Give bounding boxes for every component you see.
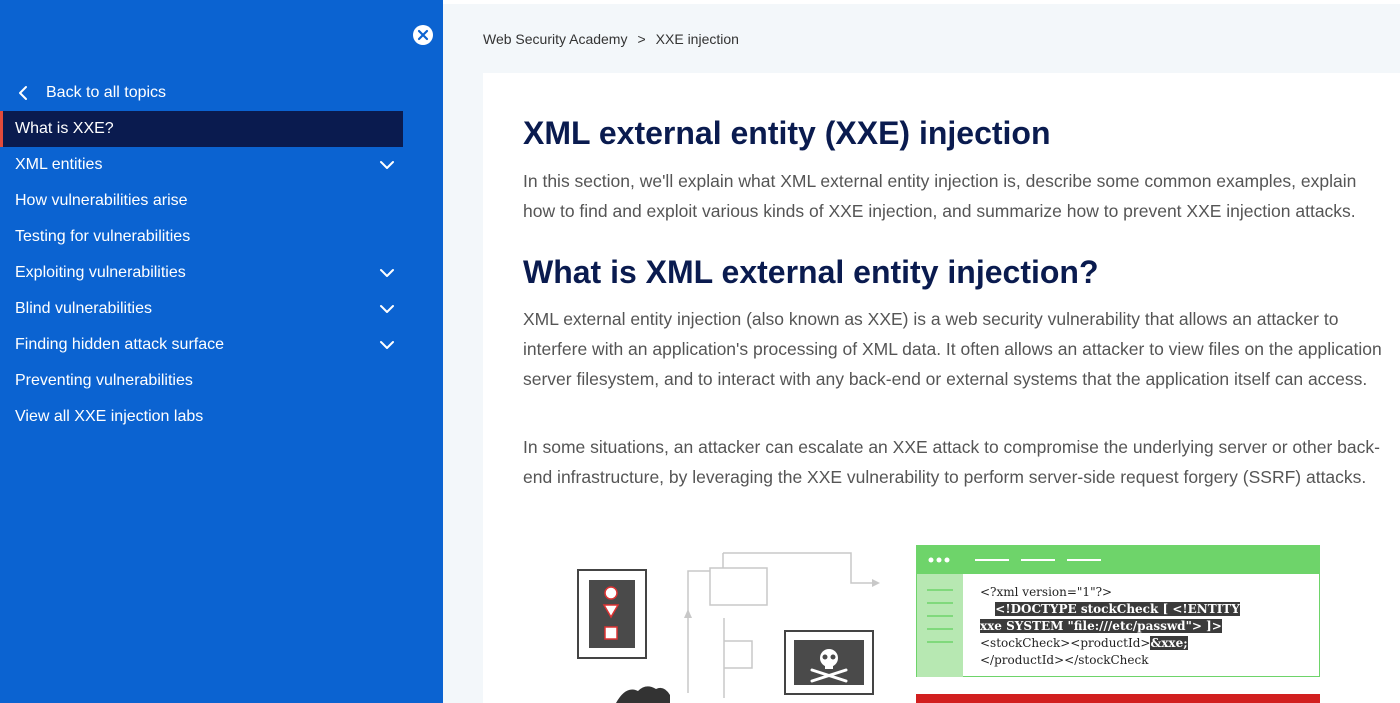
nav-item-label: Blind vulnerabilities bbox=[15, 300, 152, 317]
nav-item-label: View all XXE injection labs bbox=[15, 408, 204, 425]
code-line: <stockCheck><productId> bbox=[980, 636, 1151, 650]
nav-item-view-all-labs[interactable]: View all XXE injection labs bbox=[0, 399, 403, 435]
chevron-down-icon[interactable] bbox=[379, 160, 395, 170]
nav-item-blind[interactable]: Blind vulnerabilities bbox=[0, 291, 403, 327]
nav-item-exploiting[interactable]: Exploiting vulnerabilities bbox=[0, 255, 403, 291]
back-link-label: Back to all topics bbox=[46, 84, 167, 101]
nav-item-label: How vulnerabilities arise bbox=[15, 192, 188, 209]
section-title: What is XML external entity injection? bbox=[523, 254, 1099, 290]
nav-item-hidden-attack-surface[interactable]: Finding hidden attack surface bbox=[0, 327, 403, 363]
xxe-illustration: <?xml version="1"?> <!DOCTYPE stockCheck… bbox=[576, 543, 1336, 703]
chevron-down-icon[interactable] bbox=[379, 340, 395, 350]
definition-paragraph: XML external entity injection (also know… bbox=[523, 309, 1382, 389]
nav-item-testing[interactable]: Testing for vulnerabilities bbox=[0, 219, 403, 255]
code-window-titlebar bbox=[917, 546, 1319, 574]
code-line-highlighted: <!DOCTYPE stockCheck [ <!ENTITY bbox=[995, 602, 1240, 616]
code-entity-highlighted: &xxe; bbox=[1150, 636, 1188, 650]
nav-item-xml-entities[interactable]: XML entities bbox=[0, 147, 403, 183]
nav-item-label: Finding hidden attack surface bbox=[15, 336, 225, 353]
main-area: Web Security Academy > XXE injection XML… bbox=[443, 0, 1400, 703]
xml-payload-code: <?xml version="1"?> <!DOCTYPE stockCheck… bbox=[980, 584, 1240, 669]
chevron-left-icon bbox=[19, 86, 27, 100]
nav-item-how-vulnerabilities-arise[interactable]: How vulnerabilities arise bbox=[0, 183, 403, 219]
nav-item-label: Testing for vulnerabilities bbox=[15, 228, 191, 245]
code-line-highlighted: xxe SYSTEM "file:///etc/passwd"> ]> bbox=[980, 619, 1222, 633]
code-line: </productId></stockCheck bbox=[980, 653, 1149, 667]
nav-item-label: What is XXE? bbox=[15, 120, 114, 137]
breadcrumb: Web Security Academy > XXE injection bbox=[483, 31, 739, 47]
nav-item-preventing[interactable]: Preventing vulnerabilities bbox=[0, 363, 403, 399]
breadcrumb-root-link[interactable]: Web Security Academy bbox=[483, 31, 627, 47]
topic-nav: What is XXE? XML entities How vulnerabil… bbox=[0, 111, 403, 435]
nav-item-label: Preventing vulnerabilities bbox=[15, 372, 193, 389]
chevron-down-icon[interactable] bbox=[379, 304, 395, 314]
close-sidebar-button[interactable] bbox=[413, 25, 433, 45]
top-divider bbox=[443, 0, 1400, 4]
nav-item-label: Exploiting vulnerabilities bbox=[15, 264, 186, 281]
window-dots-icon bbox=[928, 557, 1101, 563]
breadcrumb-separator: > bbox=[637, 31, 646, 47]
breadcrumb-current-link[interactable]: XXE injection bbox=[656, 31, 739, 47]
code-window: <?xml version="1"?> <!DOCTYPE stockCheck… bbox=[916, 545, 1320, 677]
intro-paragraph: In this section, we'll explain what XML … bbox=[523, 171, 1357, 221]
back-to-topics-link[interactable]: Back to all topics bbox=[15, 82, 166, 104]
nav-item-what-is-xxe[interactable]: What is XXE? bbox=[0, 111, 403, 147]
nav-item-label: XML entities bbox=[15, 156, 103, 173]
close-icon bbox=[417, 29, 429, 41]
article-content: XML external entity (XXE) injection In t… bbox=[483, 73, 1400, 703]
code-line: <?xml version="1"?> bbox=[980, 585, 1113, 599]
escalation-paragraph: In some situations, an attacker can esca… bbox=[523, 437, 1380, 487]
response-window-bar bbox=[916, 694, 1320, 703]
page-title: XML external entity (XXE) injection bbox=[523, 115, 1051, 151]
line-markers-icon bbox=[927, 589, 953, 643]
chevron-down-icon[interactable] bbox=[379, 268, 395, 278]
code-gutter bbox=[917, 574, 963, 677]
sidebar: Back to all topics What is XXE? XML enti… bbox=[0, 0, 443, 703]
network-diagram bbox=[577, 552, 880, 703]
